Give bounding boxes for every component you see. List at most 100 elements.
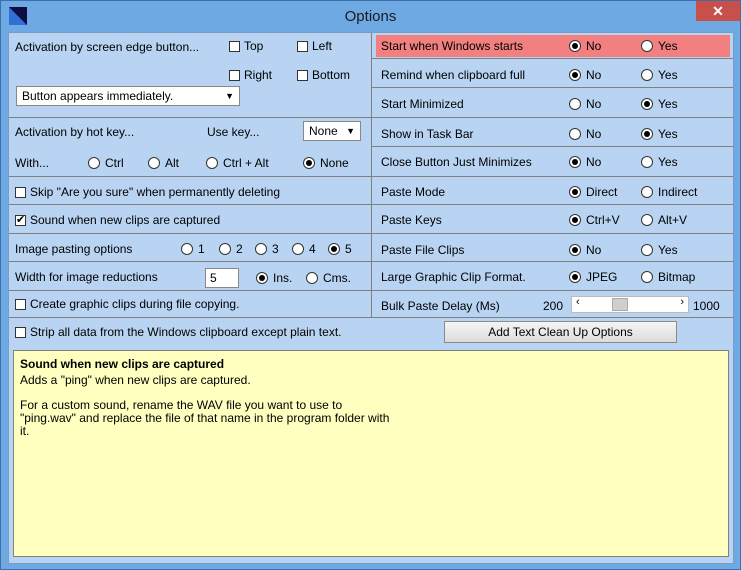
unit-inches-radio[interactable]: Ins. — [256, 271, 292, 285]
chevron-down-icon: ▼ — [225, 91, 234, 101]
checkbox-box — [229, 40, 240, 52]
edge-top-checkbox[interactable]: Top — [229, 39, 263, 53]
right-row-7-option-a-radio[interactable]: No — [569, 243, 601, 257]
unit-cms-radio[interactable]: Cms. — [306, 271, 351, 285]
right-row-2-option-b-radio[interactable]: Yes — [641, 97, 678, 111]
radio-label: 5 — [345, 242, 352, 256]
divider — [371, 233, 733, 234]
right-row-8-option-b-radio[interactable]: Bitmap — [641, 270, 695, 284]
radio-label: JPEG — [586, 270, 618, 284]
strip-checkbox[interactable]: Strip all data from the Windows clipboar… — [15, 325, 341, 339]
right-row-label: Start when Windows starts — [381, 39, 524, 53]
divider — [371, 176, 733, 177]
right-row-4-option-a-radio[interactable]: No — [569, 155, 601, 169]
radio-label: No — [586, 97, 602, 111]
radio-dot — [641, 128, 653, 140]
checkbox-box — [15, 326, 26, 338]
close-button[interactable]: ✕ — [696, 1, 740, 21]
help-panel: Sound when new clips are captured Adds a… — [13, 350, 729, 557]
image-option-2-radio[interactable]: 2 — [219, 242, 243, 256]
radio-label: Direct — [586, 185, 618, 199]
image-option-5-radio[interactable]: 5 — [328, 242, 352, 256]
chevron-right-icon[interactable]: › — [680, 296, 684, 308]
image-option-4-radio[interactable]: 4 — [292, 242, 316, 256]
right-row-6-option-b-radio[interactable]: Alt+V — [641, 213, 687, 227]
skip-sure-checkbox[interactable]: Skip "Are you sure" when permanently del… — [15, 185, 280, 199]
right-row-5-option-a-radio[interactable]: Direct — [569, 185, 617, 199]
sound-checkbox[interactable]: Sound when new clips are captured — [15, 213, 220, 227]
radio-label: Yes — [658, 127, 678, 141]
divider — [371, 204, 733, 205]
right-row-1-option-a-radio[interactable]: No — [569, 68, 601, 82]
bulk-delay-slider[interactable]: ‹ › — [571, 296, 689, 313]
image-paste-label: Image pasting options — [15, 242, 133, 256]
right-row-0-option-b-radio[interactable]: Yes — [641, 39, 678, 53]
modifier-none-radio[interactable]: None — [303, 156, 349, 170]
right-row-3-option-a-radio[interactable]: No — [569, 127, 601, 141]
radio-label: Yes — [658, 39, 678, 53]
bulk-delay-max: 1000 — [693, 299, 720, 313]
radio-dot — [641, 214, 653, 226]
radio-label: 4 — [309, 242, 316, 256]
help-text: it. — [20, 424, 30, 438]
radio-dot — [641, 271, 653, 283]
divider — [371, 58, 733, 59]
right-row-8-option-a-radio[interactable]: JPEG — [569, 270, 617, 284]
radio-label: No — [586, 39, 602, 53]
right-row-6-option-a-radio[interactable]: Ctrl+V — [569, 213, 620, 227]
radio-label: No — [586, 127, 602, 141]
add-text-cleanup-button[interactable]: Add Text Clean Up Options — [444, 321, 677, 343]
right-row-label: Remind when clipboard full — [381, 68, 526, 82]
divider — [9, 176, 371, 177]
right-row-0-option-a-radio[interactable]: No — [569, 39, 601, 53]
radio-label: Indirect — [658, 185, 698, 199]
radio-dot — [148, 157, 160, 169]
radio-dot — [219, 243, 231, 255]
checkbox-box — [15, 186, 26, 198]
modifier-alt-radio[interactable]: Alt — [148, 156, 179, 170]
title-bar[interactable]: Options ✕ — [1, 1, 740, 31]
right-row-1-option-b-radio[interactable]: Yes — [641, 68, 678, 82]
select-value: Button appears immediately. — [22, 89, 174, 103]
edge-bottom-checkbox[interactable]: Bottom — [297, 68, 350, 82]
radio-dot — [569, 128, 581, 140]
right-row-3-option-b-radio[interactable]: Yes — [641, 127, 678, 141]
radio-dot — [569, 40, 581, 52]
divider — [9, 204, 371, 205]
appear-timing-select[interactable]: Button appears immediately. ▼ — [16, 86, 240, 106]
radio-dot — [181, 243, 193, 255]
checkbox-box — [297, 40, 308, 52]
hotkey-label: Activation by hot key... — [15, 125, 135, 139]
image-option-1-radio[interactable]: 1 — [181, 242, 205, 256]
radio-label: 1 — [198, 242, 205, 256]
radio-dot — [641, 156, 653, 168]
bulk-delay-label: Bulk Paste Delay (Ms) — [381, 299, 500, 313]
radio-label: Yes — [658, 155, 678, 169]
right-row-7-option-b-radio[interactable]: Yes — [641, 243, 678, 257]
checkbox-box — [15, 213, 26, 226]
radio-dot — [569, 156, 581, 168]
width-reduce-input[interactable]: 5 — [205, 268, 239, 288]
checkbox-label: Left — [312, 39, 333, 53]
use-key-select[interactable]: None ▼ — [303, 121, 361, 141]
radio-label: Ctrl — [105, 156, 124, 170]
divider — [371, 146, 733, 147]
edge-right-checkbox[interactable]: Right — [229, 68, 272, 82]
radio-label: Bitmap — [658, 270, 696, 284]
right-row-4-option-b-radio[interactable]: Yes — [641, 155, 678, 169]
bulk-delay-min: 200 — [543, 299, 564, 313]
radio-label: No — [586, 68, 602, 82]
modifier-ctrl-alt-radio[interactable]: Ctrl + Alt — [206, 156, 269, 170]
radio-dot — [306, 272, 318, 284]
slider-thumb[interactable] — [611, 298, 628, 311]
image-option-3-radio[interactable]: 3 — [255, 242, 279, 256]
chevron-left-icon[interactable]: ‹ — [576, 296, 580, 308]
divider — [371, 87, 733, 88]
right-row-2-option-a-radio[interactable]: No — [569, 97, 601, 111]
edge-left-checkbox[interactable]: Left — [297, 39, 332, 53]
radio-dot — [569, 271, 581, 283]
graphic-clips-checkbox[interactable]: Create graphic clips during file copying… — [15, 297, 239, 311]
right-row-5-option-b-radio[interactable]: Indirect — [641, 185, 697, 199]
modifier-ctrl-radio[interactable]: Ctrl — [88, 156, 124, 170]
checkbox-label: Create graphic clips during file copying… — [30, 297, 240, 311]
